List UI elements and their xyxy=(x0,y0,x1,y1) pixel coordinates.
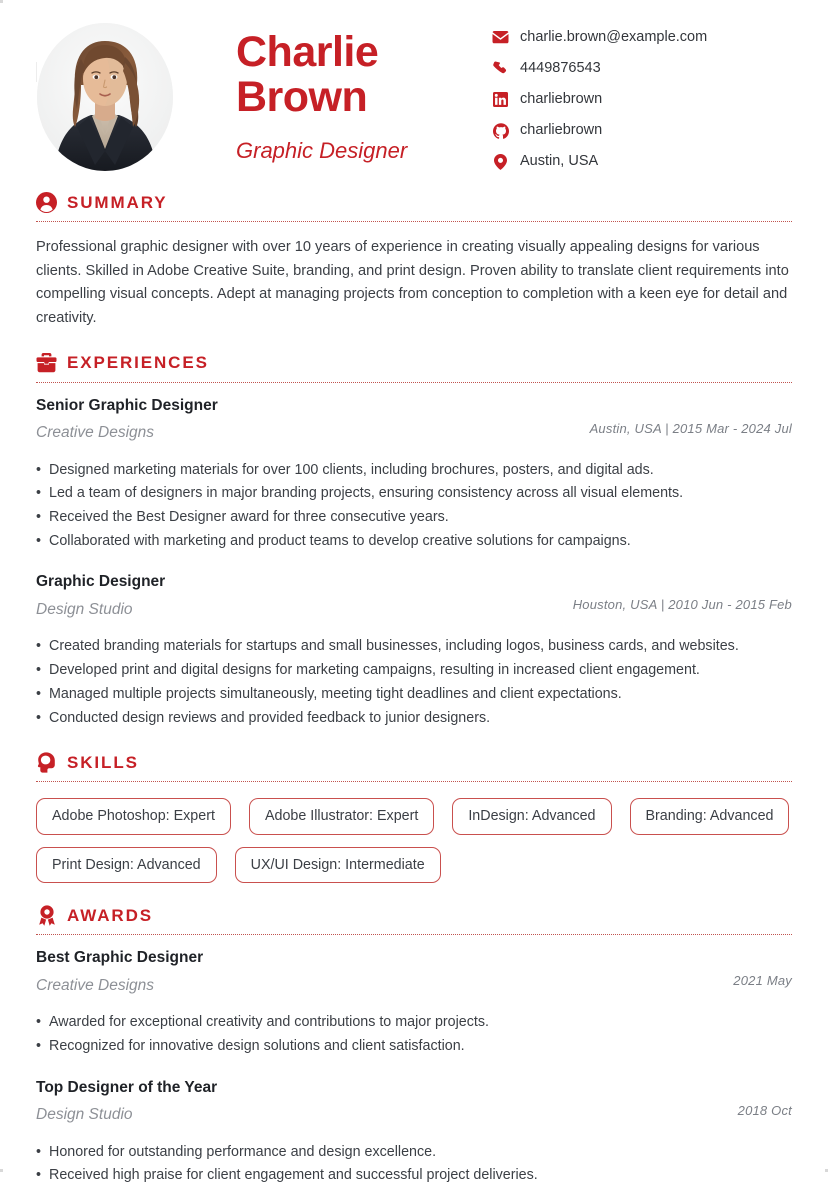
contact-value-phone: 4449876543 xyxy=(520,60,601,77)
experience-meta: Houston, USA | 2010 Jun - 2015 Feb xyxy=(572,597,792,613)
list-item: Honored for outstanding performance and … xyxy=(36,1141,792,1165)
list-item: Received high praise for client engageme… xyxy=(36,1164,792,1188)
experience-meta: Austin, USA | 2015 Mar - 2024 Jul xyxy=(589,420,792,436)
summary-text: Professional graphic designer with over … xyxy=(36,239,789,326)
award-entry: Best Graphic Designer Creative Designs 2… xyxy=(36,949,792,1058)
section-header-skills: SKILLS xyxy=(36,752,792,781)
contact-value-linkedin: charliebrown xyxy=(520,91,603,108)
experience-entry-head: Graphic Designer Design Studio Houston, … xyxy=(36,573,792,625)
award-bullets: Awarded for exceptional creativity and c… xyxy=(36,1011,792,1058)
list-item: Managed multiple projects simultaneously… xyxy=(36,683,792,707)
experience-bullets: Created branding materials for startups … xyxy=(36,635,792,730)
portrait-photo-graphic xyxy=(37,23,173,171)
section-divider xyxy=(36,934,792,936)
contact-value-github: charliebrown xyxy=(520,122,603,139)
resume-header: Charlie Brown Graphic Designer charlie.b… xyxy=(36,0,792,172)
section-header-experiences: EXPERIENCES xyxy=(36,353,792,382)
award-org: Design Studio xyxy=(36,1106,133,1124)
experience-entry: Graphic Designer Design Studio Houston, … xyxy=(36,573,792,730)
job-title: Graphic Designer xyxy=(236,138,408,164)
resume-page: Charlie Brown Graphic Designer charlie.b… xyxy=(0,0,828,1188)
linkedin-icon xyxy=(492,91,509,108)
contact-value-email: charlie.brown@example.com xyxy=(520,29,708,46)
page-corner-mark xyxy=(0,0,3,3)
section-title-awards: AWARDS xyxy=(67,905,154,925)
phone-icon xyxy=(492,60,509,77)
award-title: Top Designer of the Year xyxy=(36,1078,218,1096)
skill-chip[interactable]: InDesign: Advanced xyxy=(452,798,612,835)
github-icon xyxy=(492,122,509,139)
award-org: Creative Designs xyxy=(36,976,155,994)
section-title-summary: SUMMARY xyxy=(67,192,168,212)
contact-item-location[interactable]: Austin, USA xyxy=(492,152,792,171)
skill-chip[interactable]: Print Design: Advanced xyxy=(36,846,217,884)
award-meta: 2021 May xyxy=(733,973,792,989)
award-meta: 2018 Oct xyxy=(737,1102,792,1118)
head-brain-icon xyxy=(36,752,57,773)
list-item: Developed print and digital designs for … xyxy=(36,659,792,683)
contact-item-github[interactable]: charliebrown xyxy=(492,121,792,140)
list-item: Designed marketing materials for over 10… xyxy=(36,459,792,483)
skills-chip-list: Adobe Photoshop: Expert Adobe Illustrato… xyxy=(36,796,792,884)
section-title-skills: SKILLS xyxy=(67,752,139,772)
award-entry-head: Top Designer of the Year Design Studio 2… xyxy=(36,1079,792,1131)
page-edge-line xyxy=(36,62,37,82)
section-divider xyxy=(36,381,792,383)
contact-value-location: Austin, USA xyxy=(520,153,599,170)
section-summary: SUMMARY Professional graphic designer wi… xyxy=(36,192,792,331)
list-item: Received the Best Designer award for thr… xyxy=(36,506,792,530)
skill-chip[interactable]: Adobe Photoshop: Expert xyxy=(36,798,231,835)
section-header-summary: SUMMARY xyxy=(36,192,792,221)
portrait-photo xyxy=(37,23,173,171)
award-bullets: Honored for outstanding performance and … xyxy=(36,1141,792,1188)
section-header-awards: AWARDS xyxy=(36,905,792,934)
experience-role: Graphic Designer xyxy=(36,573,166,591)
section-divider xyxy=(36,221,792,222)
avatar xyxy=(36,22,174,172)
skill-chip[interactable]: Adobe Illustrator: Expert xyxy=(248,798,435,835)
award-title: Best Graphic Designer xyxy=(36,949,204,967)
section-title-experiences: EXPERIENCES xyxy=(67,353,209,373)
person-icon xyxy=(36,192,57,213)
contact-item-linkedin[interactable]: charliebrown xyxy=(492,90,792,109)
list-item: Conducted design reviews and provided fe… xyxy=(36,707,792,731)
section-experiences: EXPERIENCES Senior Graphic Designer Crea… xyxy=(36,353,792,731)
list-item: Led a team of designers in major brandin… xyxy=(36,482,792,506)
page-title: Charlie Brown xyxy=(236,28,379,122)
skill-chip[interactable]: Branding: Advanced xyxy=(629,798,790,835)
experience-entry-head: Senior Graphic Designer Creative Designs… xyxy=(36,397,792,449)
list-item: Awarded for exceptional creativity and c… xyxy=(36,1011,792,1035)
section-skills: SKILLS Adobe Photoshop: Expert Adobe Ill… xyxy=(36,752,792,884)
location-pin-icon xyxy=(492,153,509,170)
contact-list: charlie.brown@example.com 4449876543 cha… xyxy=(492,22,792,171)
contact-item-phone[interactable]: 4449876543 xyxy=(492,59,792,78)
section-awards: AWARDS Best Graphic Designer Creative De… xyxy=(36,905,792,1188)
name-block: Charlie Brown Graphic Designer xyxy=(174,22,492,164)
list-item: Created branding materials for startups … xyxy=(36,635,792,659)
experience-entry: Senior Graphic Designer Creative Designs… xyxy=(36,397,792,554)
experience-bullets: Designed marketing materials for over 10… xyxy=(36,459,792,554)
contact-item-email[interactable]: charlie.brown@example.com xyxy=(492,28,792,47)
skill-chip[interactable]: UX/UI Design: Intermediate xyxy=(234,846,441,884)
list-item: Collaborated with marketing and product … xyxy=(36,530,792,554)
section-divider xyxy=(36,781,792,783)
experience-role: Senior Graphic Designer xyxy=(36,396,218,414)
briefcase-icon xyxy=(36,353,57,374)
list-item: Recognized for innovative design solutio… xyxy=(36,1035,792,1059)
envelope-icon xyxy=(492,29,509,46)
medal-icon xyxy=(36,905,57,926)
award-entry-head: Best Graphic Designer Creative Designs 2… xyxy=(36,949,792,1001)
